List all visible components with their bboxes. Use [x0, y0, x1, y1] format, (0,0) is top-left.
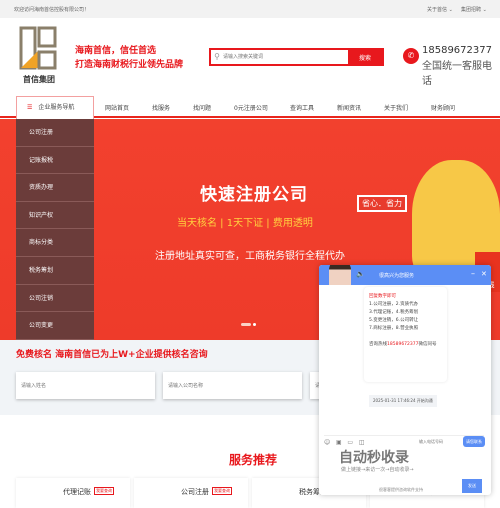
emoji-icon[interactable]: ☺ [324, 439, 330, 446]
banner-description: 注册地址真实可查，工商税务银行全程代办 [155, 251, 345, 262]
sidebar-item[interactable]: 记账报税 [16, 147, 94, 175]
company-name-input[interactable] [163, 372, 302, 399]
sidebar-item[interactable]: 商标分类 [16, 229, 94, 257]
chat-footer: 很客客提供咨询软件支持 [379, 487, 423, 492]
agent-avatar [329, 265, 351, 285]
search-input[interactable] [223, 50, 348, 64]
nav-finance[interactable]: 财务顾问 [431, 103, 455, 112]
chat-timestamp: 2025-01-31 17:46:24 开始沟通 [369, 395, 437, 407]
banner-tag: 省心．省力 [357, 195, 407, 212]
service-card[interactable]: 代理记账 我要查询 [16, 478, 130, 508]
nav-services[interactable]: 找服务 [152, 103, 170, 112]
sidebar-item[interactable]: 公司变更 [16, 312, 94, 340]
service-guide-button[interactable]: ☰ 企业服务导航 [16, 96, 94, 119]
phone-number: 18589672377 [422, 45, 492, 56]
screenshot-icon[interactable]: ◫ [359, 439, 365, 446]
search-button[interactable]: 搜索 [348, 50, 382, 64]
chat-title: 很高兴为您服务 [379, 273, 415, 279]
carousel-dots [241, 320, 258, 328]
nav-home[interactable]: 网站首页 [105, 103, 129, 112]
recommend-title: 服务推荐 [229, 453, 278, 467]
search-bar: ⚲ 搜索 [209, 48, 384, 66]
top-bar: 欢迎访问海南首信控股有限公司！ 关于首信 ⌄ 集团招聘 ⌄ [0, 0, 500, 18]
list-icon: ☰ [27, 104, 33, 111]
chat-header: 🔈 很高兴为您服务 – ✕ [319, 265, 491, 285]
sidebar-item[interactable]: 资质办理 [16, 174, 94, 202]
name-check-title: 免费核名 海南首信已为上W+企业提供核名咨询 [16, 350, 208, 360]
logo[interactable]: 首信集团 [17, 26, 61, 86]
phone-icon: ✆ [403, 48, 419, 64]
speaker-icon[interactable]: 🔈 [356, 270, 365, 278]
send-button[interactable]: 发送 [462, 479, 482, 493]
logo-text: 首信集团 [23, 74, 55, 84]
minimize-icon[interactable]: – [471, 269, 475, 278]
nav-free-register[interactable]: 0元注册公司 [234, 103, 268, 112]
watermark-logo: 自动秒收录 [339, 450, 409, 466]
chat-widget: 🔈 很高兴为您服务 – ✕ 回复数字即可 1.公司注册，2.资质代办 3.代理记账… [319, 265, 491, 495]
file-icon[interactable]: ▭ [347, 439, 353, 446]
chat-phone-input[interactable] [419, 437, 464, 446]
about-dropdown[interactable]: 关于首信 ⌄ [427, 6, 453, 13]
sidebar-item[interactable]: 公司注销 [16, 285, 94, 313]
close-icon[interactable]: ✕ [481, 270, 487, 278]
chat-message: 回复数字即可 1.公司注册，2.资质代办 3.代理记账，4.税务筹划 5.变更注销，… [364, 287, 447, 382]
jobs-dropdown[interactable]: 集团招聘 ⌄ [461, 6, 487, 13]
carousel-dot[interactable] [253, 323, 256, 326]
sidebar-item[interactable]: 税务筹划 [16, 257, 94, 285]
contact-me-button[interactable]: 请您联系 [463, 436, 485, 447]
sidebar-item[interactable]: 知识产权 [16, 202, 94, 230]
banner-subtitle: 当天核名 | 1天下证 | 费用透明 [177, 218, 313, 229]
service-label: 全国统一客服电话 [422, 61, 492, 87]
carousel-dot[interactable] [241, 323, 251, 326]
name-input[interactable] [16, 372, 155, 399]
service-card[interactable]: 公司注册 我要查询 [134, 478, 248, 508]
sidebar-item[interactable]: 公司注册 [16, 119, 94, 147]
nav-about[interactable]: 关于我们 [384, 103, 408, 112]
service-sidebar: 公司注册 记账报税 资质办理 知识产权 商标分类 税务筹划 公司注销 公司变更 [16, 119, 94, 340]
nav-tools[interactable]: 查询工具 [290, 103, 314, 112]
watermark-subtext: 做上链接→来访一次→自动收录→ [341, 467, 414, 473]
nav-questions[interactable]: 找问题 [193, 103, 211, 112]
search-icon: ⚲ [214, 52, 220, 61]
banner-title: 快速注册公司 [200, 185, 308, 205]
image-icon[interactable]: ▣ [336, 439, 342, 446]
nav-news[interactable]: 新闻资讯 [337, 103, 361, 112]
welcome-text: 欢迎访问海南首信控股有限公司！ [14, 7, 90, 13]
slogan: 海南首信，信任首选 打造海南财税行业领先品牌 [75, 46, 184, 70]
